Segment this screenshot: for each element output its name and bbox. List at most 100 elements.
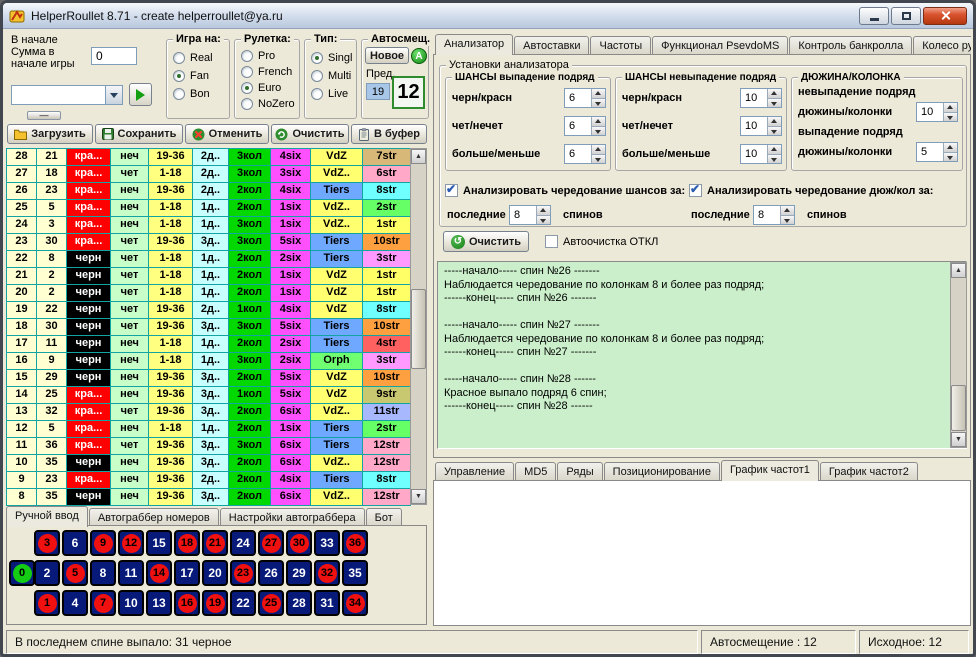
- number-cell-10[interactable]: 10: [118, 590, 144, 616]
- number-cell-9[interactable]: 9: [90, 530, 116, 556]
- spinner-down-icon[interactable]: [781, 216, 794, 225]
- radio-roulette-nozero[interactable]: NoZero: [241, 96, 295, 111]
- radio-type-live[interactable]: Live: [311, 86, 352, 101]
- table-row[interactable]: 212чернчет1-181д..2кол1sixVdZ1str: [7, 268, 412, 285]
- scrollbar-thumb[interactable]: [411, 289, 426, 369]
- tab-колесо-ру[interactable]: Колесо ру: [913, 36, 971, 55]
- table-row[interactable]: 2718кра...чет1-182д..3кол3sixVdZ..6str: [7, 166, 412, 183]
- spinner-down-icon[interactable]: [768, 99, 781, 108]
- scroll-up-icon[interactable]: ▲: [411, 149, 426, 164]
- table-row[interactable]: 1922чернчет19-362д..1кол4sixVdZ8str: [7, 302, 412, 319]
- number-cell-27[interactable]: 27: [258, 530, 284, 556]
- spinner-up-icon[interactable]: [592, 117, 605, 127]
- number-cell-21[interactable]: 21: [202, 530, 228, 556]
- setting-spinner[interactable]: 6: [564, 144, 606, 164]
- table-row[interactable]: 1332кра...чет19-363д..2кол6sixVdZ..11str: [7, 404, 412, 421]
- очистить-button[interactable]: Очистить: [271, 124, 349, 144]
- number-cell-32[interactable]: 32: [314, 560, 340, 586]
- radio-game-bon[interactable]: Bon: [173, 86, 213, 101]
- table-row[interactable]: 1529черннеч19-363д..2кол5sixVdZ10str: [7, 370, 412, 387]
- number-cell-29[interactable]: 29: [286, 560, 312, 586]
- number-cell-12[interactable]: 12: [118, 530, 144, 556]
- radio-roulette-euro[interactable]: Euro: [241, 80, 295, 95]
- number-cell-3[interactable]: 3: [34, 530, 60, 556]
- maximize-button[interactable]: [891, 7, 921, 25]
- table-row[interactable]: 1711черннеч1-181д..2кол2sixTiers4str: [7, 336, 412, 353]
- number-cell-19[interactable]: 19: [202, 590, 228, 616]
- setting-spinner[interactable]: 5: [916, 142, 958, 162]
- spinner-up-icon[interactable]: [944, 143, 957, 153]
- tab-функционал-psevdoms[interactable]: Функционал PsevdoMS: [652, 36, 788, 55]
- setting-spinner[interactable]: 10: [740, 88, 782, 108]
- scroll-down-icon[interactable]: ▼: [411, 489, 426, 504]
- history-combobox[interactable]: [11, 85, 123, 105]
- number-cell-26[interactable]: 26: [258, 560, 284, 586]
- number-cell-34[interactable]: 34: [342, 590, 368, 616]
- spinner-up-icon[interactable]: [592, 145, 605, 155]
- play-button[interactable]: [129, 83, 152, 106]
- analyze-dozens-checkbox[interactable]: Анализировать чередование дюж/кол за:: [689, 184, 933, 197]
- analyze-chances-checkbox[interactable]: Анализировать чередование шансов за:: [445, 184, 685, 197]
- radio-roulette-pro[interactable]: Pro: [241, 48, 295, 63]
- table-row[interactable]: 243кра...неч1-181д..3кол1sixVdZ..1str: [7, 217, 412, 234]
- log-scrollbar[interactable]: ▲ ▼: [950, 262, 967, 448]
- number-cell-35[interactable]: 35: [342, 560, 368, 586]
- scroll-up-icon[interactable]: ▲: [951, 263, 966, 278]
- сохранить-button[interactable]: Сохранить: [95, 124, 183, 144]
- radio-type-multi[interactable]: Multi: [311, 68, 352, 83]
- radio-game-real[interactable]: Real: [173, 50, 213, 65]
- table-row[interactable]: 2821кра...неч19-362д..3кол4sixVdZ7str: [7, 149, 412, 166]
- number-cell-30[interactable]: 30: [286, 530, 312, 556]
- number-cell-25[interactable]: 25: [258, 590, 284, 616]
- spinner-down-icon[interactable]: [592, 155, 605, 164]
- radio-roulette-french[interactable]: French: [241, 64, 295, 79]
- analyzer-clear-button[interactable]: ↺ Очистить: [443, 231, 529, 252]
- spinner-down-icon[interactable]: [944, 113, 957, 122]
- spinner[interactable]: 8: [753, 205, 795, 225]
- number-cell-0[interactable]: 0: [9, 560, 35, 586]
- table-row[interactable]: 202чернчет1-181д..2кол1sixVdZ1str: [7, 285, 412, 302]
- setting-spinner[interactable]: 6: [564, 88, 606, 108]
- setting-spinner[interactable]: 6: [564, 116, 606, 136]
- tab-автоставки[interactable]: Автоставки: [514, 36, 589, 55]
- spinner-up-icon[interactable]: [944, 103, 957, 113]
- tab-ряды[interactable]: Ряды: [557, 462, 602, 481]
- spinner[interactable]: 8: [509, 205, 551, 225]
- table-row[interactable]: 1035черннеч19-363д..2кол6sixVdZ..12str: [7, 455, 412, 472]
- setting-spinner[interactable]: 10: [740, 144, 782, 164]
- number-cell-5[interactable]: 5: [62, 560, 88, 586]
- загрузить-button[interactable]: Загрузить: [7, 124, 93, 144]
- close-button[interactable]: [923, 7, 967, 25]
- minimize-button[interactable]: [859, 7, 889, 25]
- number-cell-8[interactable]: 8: [90, 560, 116, 586]
- number-cell-17[interactable]: 17: [174, 560, 200, 586]
- number-cell-31[interactable]: 31: [314, 590, 340, 616]
- tab-контроль-банкролла[interactable]: Контроль банкролла: [789, 36, 912, 55]
- number-cell-14[interactable]: 14: [146, 560, 172, 586]
- в-буфер-button[interactable]: В буфер: [351, 124, 427, 144]
- spinner-down-icon[interactable]: [592, 127, 605, 136]
- table-row[interactable]: 1830чернчет19-363д..3кол5sixTiers10str: [7, 319, 412, 336]
- number-cell-11[interactable]: 11: [118, 560, 144, 586]
- number-cell-28[interactable]: 28: [286, 590, 312, 616]
- tab-управление[interactable]: Управление: [435, 462, 514, 481]
- dozens-spins-spinner[interactable]: 8: [753, 205, 795, 225]
- number-cell-36[interactable]: 36: [342, 530, 368, 556]
- tab-частоты[interactable]: Частоты: [590, 36, 651, 55]
- table-row[interactable]: 835черннеч19-363д..2кол6sixVdZ..12str: [7, 489, 412, 506]
- spinner-up-icon[interactable]: [768, 145, 781, 155]
- spinner-down-icon[interactable]: [944, 153, 957, 162]
- number-cell-1[interactable]: 1: [34, 590, 60, 616]
- spinner-up-icon[interactable]: [592, 89, 605, 99]
- отменить-button[interactable]: Отменить: [185, 124, 269, 144]
- table-row[interactable]: 255кра...неч1-181д..2кол1sixVdZ..2str: [7, 200, 412, 217]
- table-row[interactable]: 125кра...неч1-181д..2кол1sixTiers2str: [7, 421, 412, 438]
- spinner-down-icon[interactable]: [537, 216, 550, 225]
- setting-spinner[interactable]: 10: [740, 116, 782, 136]
- scroll-down-icon[interactable]: ▼: [951, 432, 966, 447]
- number-cell-33[interactable]: 33: [314, 530, 340, 556]
- number-cell-22[interactable]: 22: [230, 590, 256, 616]
- tab-график-частот2[interactable]: График частот2: [820, 462, 918, 481]
- table-row[interactable]: 169черннеч1-181д..3кол2sixOrph3str: [7, 353, 412, 370]
- spinner-up-icon[interactable]: [768, 89, 781, 99]
